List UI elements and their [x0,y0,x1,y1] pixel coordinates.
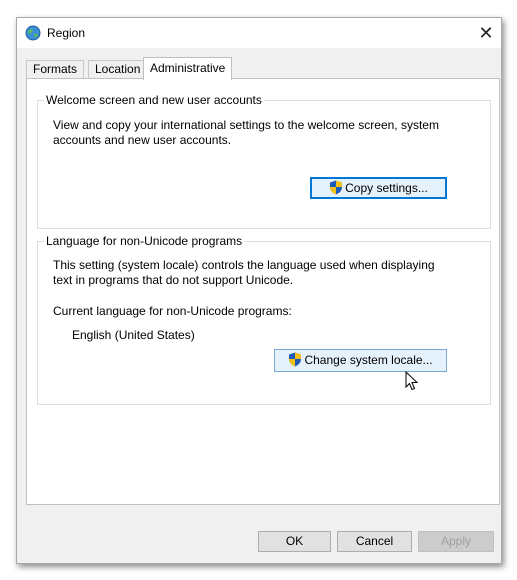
copy-settings-label: Copy settings... [345,181,428,195]
administrative-panel: Welcome screen and new user accounts Vie… [26,78,500,505]
tab-formats[interactable]: Formats [26,60,85,80]
welcome-screen-group: Welcome screen and new user accounts Vie… [37,93,491,229]
non-unicode-group: Language for non-Unicode programs This s… [37,234,491,405]
uac-shield-icon [289,352,302,367]
mouse-pointer-icon [405,371,419,391]
ok-button[interactable]: OK [258,531,331,552]
cancel-button[interactable]: Cancel [337,531,412,552]
copy-settings-button[interactable]: Copy settings... [310,177,447,199]
region-dialog: Region ✕ Formats Location Administrative… [16,17,502,564]
group-title: Language for non-Unicode programs [44,234,245,248]
change-system-locale-button[interactable]: Change system locale... [274,349,447,372]
tab-location[interactable]: Location [88,60,148,80]
apply-button[interactable]: Apply [418,531,494,552]
tab-administrative[interactable]: Administrative [143,57,233,80]
globe-icon [25,25,41,41]
nonunicode-description-line2: text in programs that do not support Uni… [53,273,294,287]
current-language-value: English (United States) [72,328,195,342]
window-title: Region [47,26,86,40]
welcome-description-line2: accounts and new user accounts. [53,133,232,147]
nonunicode-description-line1: This setting (system locale) controls th… [53,258,435,272]
group-title: Welcome screen and new user accounts [44,93,264,107]
uac-shield-icon [330,180,343,195]
change-system-locale-label: Change system locale... [304,353,433,367]
current-language-label: Current language for non-Unicode program… [53,304,292,318]
close-icon[interactable]: ✕ [471,18,501,48]
welcome-description-line1: View and copy your international setting… [53,118,439,132]
title-bar: Region ✕ [17,18,501,48]
